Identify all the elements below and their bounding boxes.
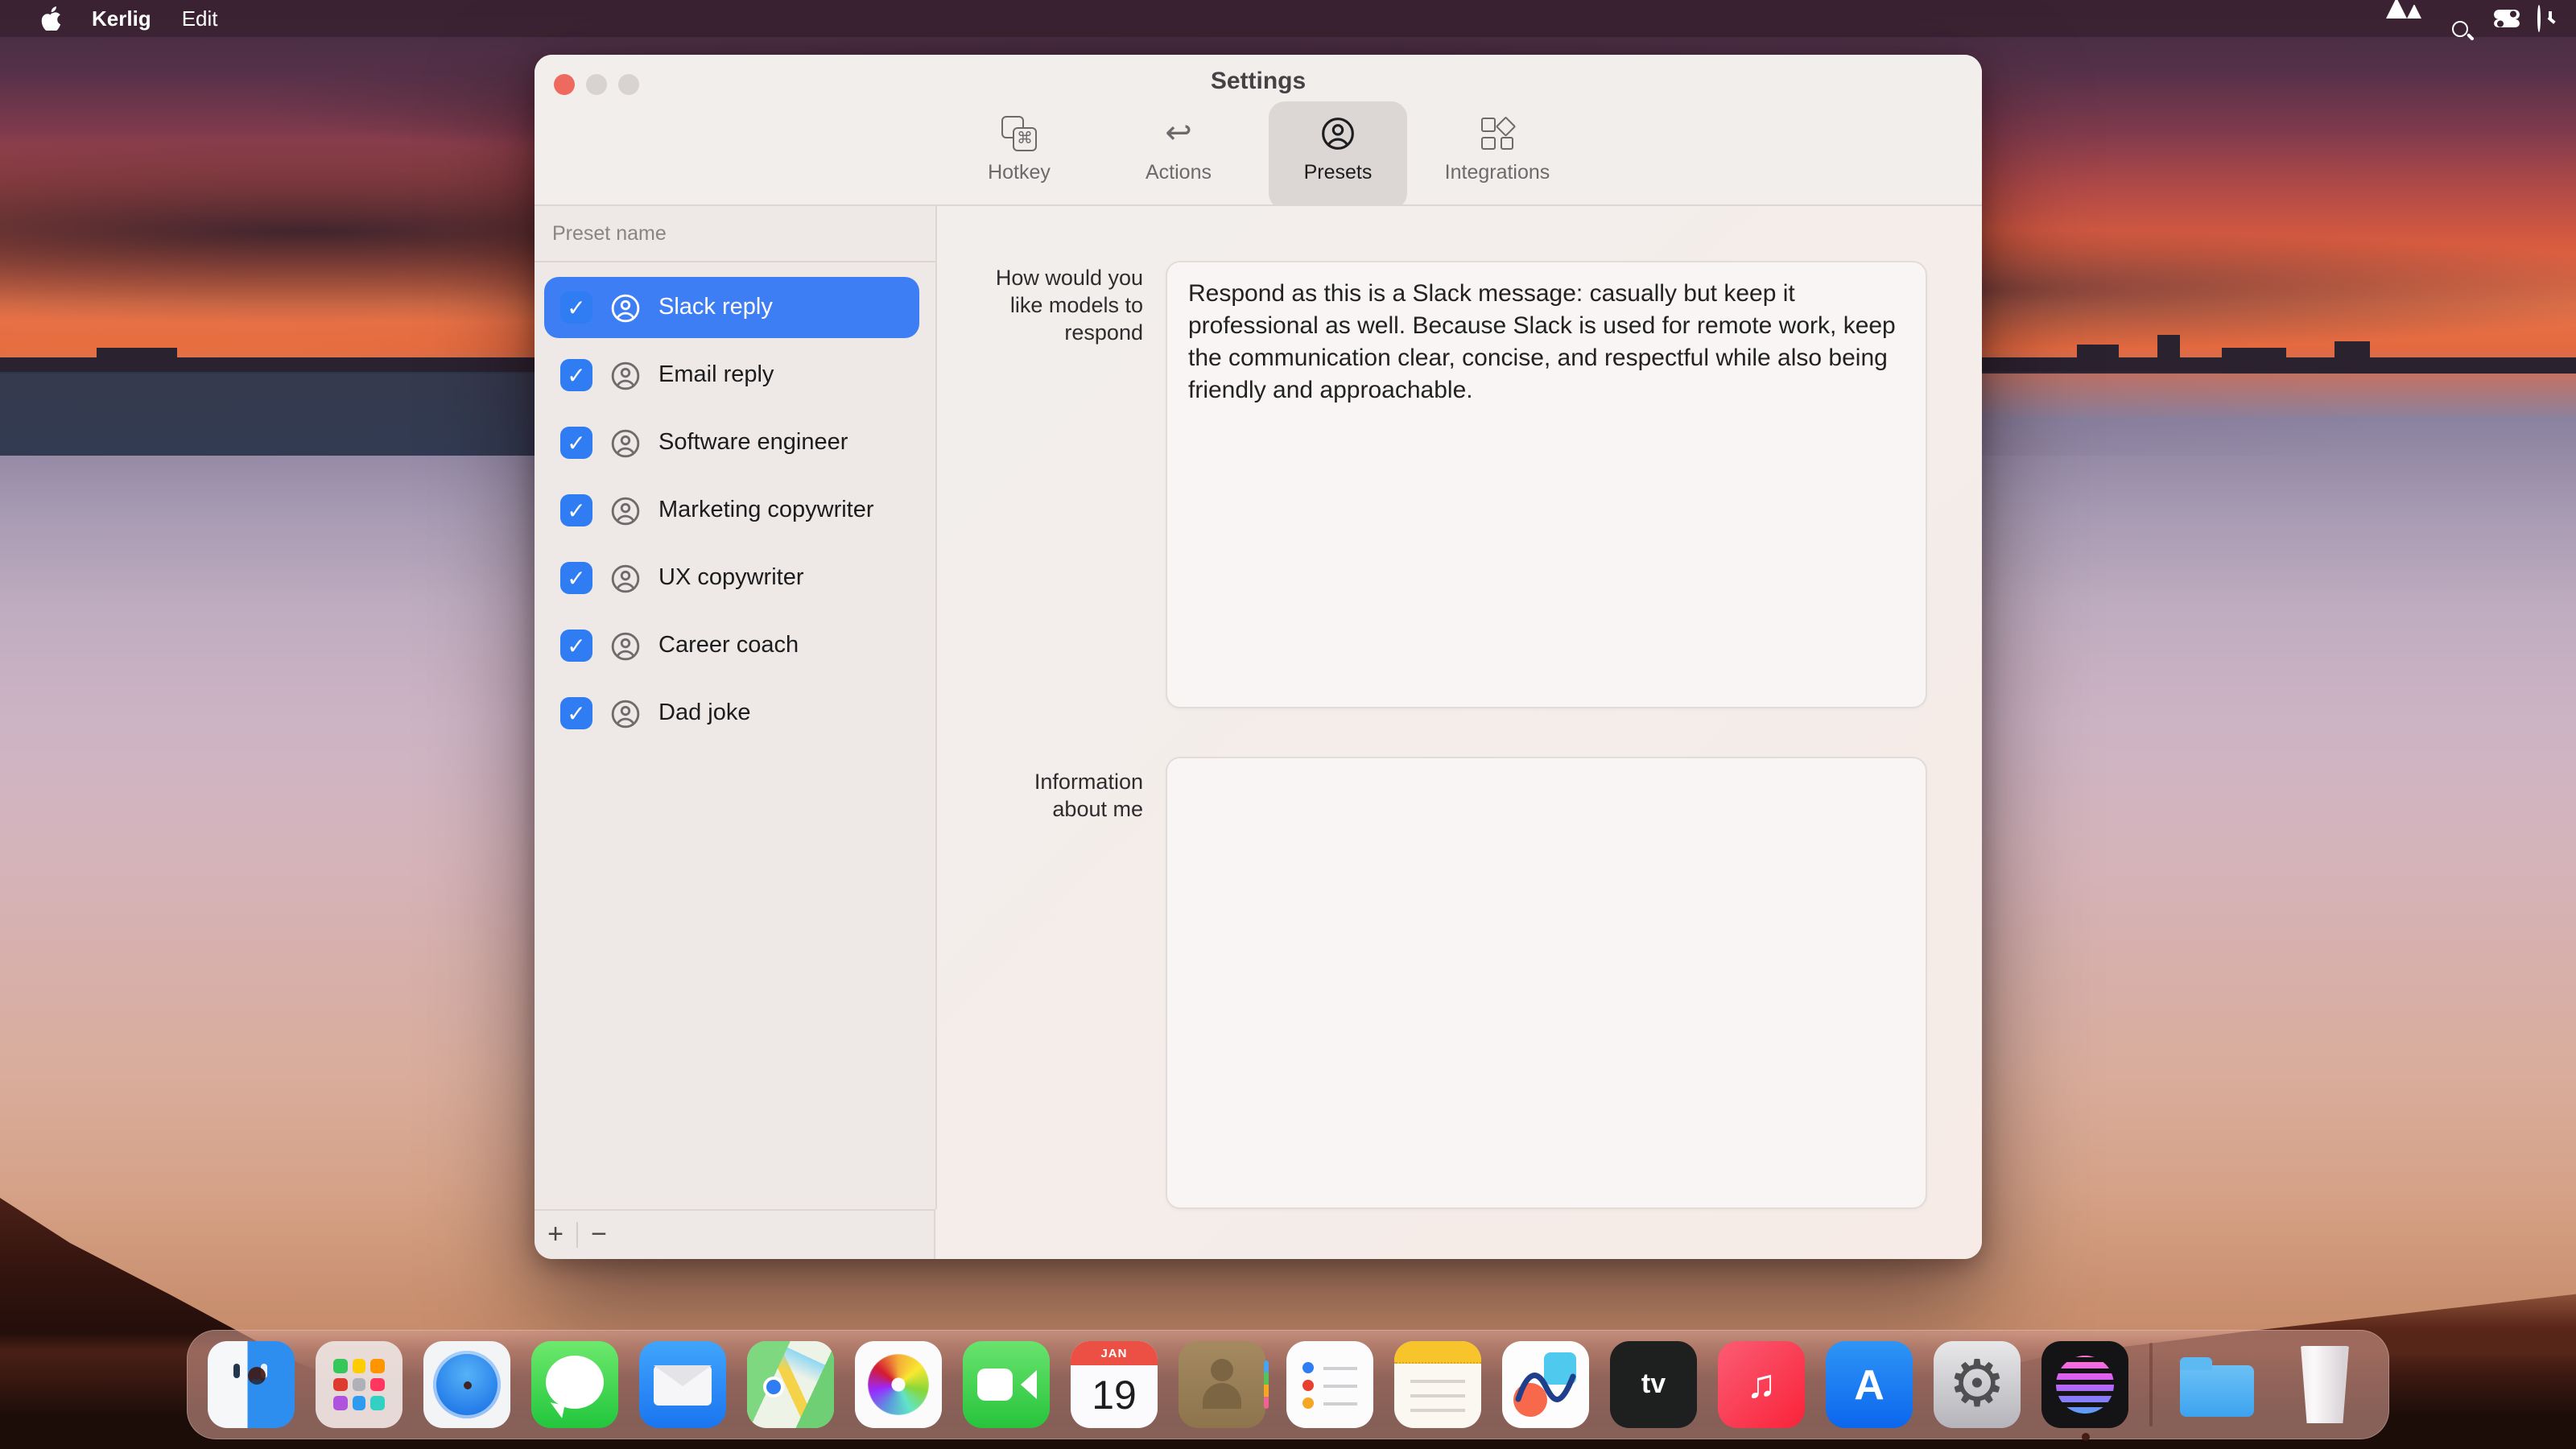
remove-preset-button[interactable]: −	[578, 1212, 620, 1257]
person-icon	[610, 360, 641, 390]
tab-label: Presets	[1304, 161, 1373, 184]
desktop: Kerlig Edit Settings ⌘ Hotkey	[0, 0, 2576, 1449]
tab-integrations[interactable]: Integrations	[1428, 101, 1567, 209]
checkbox-checked-icon[interactable]	[560, 427, 592, 459]
dock-reminders-icon[interactable]	[1286, 1341, 1373, 1428]
wallpaper-building	[2222, 348, 2286, 361]
dock-calendar-icon[interactable]: JAN 19	[1071, 1341, 1158, 1428]
preset-list: Slack reply Email reply Software enginee…	[535, 262, 935, 744]
calendar-day: 19	[1071, 1365, 1158, 1428]
dock: JAN 19 tv ♫ A ⚙	[187, 1330, 2389, 1439]
preset-label: UX copywriter	[658, 565, 804, 591]
menubar: Kerlig Edit	[0, 0, 2576, 37]
sidebar-footer: + −	[535, 1209, 935, 1259]
person-circle-icon	[1320, 114, 1356, 153]
dock-contacts-icon[interactable]	[1179, 1341, 1265, 1428]
preset-row-marketing-copywriter[interactable]: Marketing copywriter	[544, 480, 919, 541]
about-field-label: Information about me	[1014, 768, 1143, 823]
dock-messages-icon[interactable]	[531, 1341, 618, 1428]
person-icon	[610, 495, 641, 526]
wallpaper-building	[2334, 341, 2370, 359]
preset-label: Career coach	[658, 633, 799, 658]
checkbox-checked-icon[interactable]	[560, 697, 592, 729]
integrations-grid-icon	[1481, 114, 1513, 153]
preset-row-slack-reply[interactable]: Slack reply	[544, 277, 919, 338]
dock-finder-icon[interactable]	[208, 1341, 295, 1428]
preset-label: Email reply	[658, 362, 774, 388]
dock-launchpad-icon[interactable]	[316, 1341, 402, 1428]
person-icon	[610, 427, 641, 458]
preset-row-email-reply[interactable]: Email reply	[544, 345, 919, 406]
preset-label: Software engineer	[658, 430, 848, 456]
dock-freeform-icon[interactable]	[1502, 1341, 1589, 1428]
add-preset-button[interactable]: +	[535, 1212, 576, 1257]
dock-apple-tv-icon[interactable]: tv	[1610, 1341, 1697, 1428]
dock-safari-icon[interactable]	[423, 1341, 510, 1428]
dock-music-icon[interactable]: ♫	[1718, 1341, 1805, 1428]
preset-row-career-coach[interactable]: Career coach	[544, 615, 919, 676]
dock-folder-icon[interactable]	[2174, 1341, 2260, 1428]
dock-divider	[2149, 1343, 2153, 1426]
preset-sidebar: Preset name Slack reply Email reply Soft…	[535, 206, 937, 1209]
wallpaper-building	[2157, 335, 2180, 359]
preset-row-software-engineer[interactable]: Software engineer	[544, 412, 919, 473]
prompt-field-label: How would you like models to respond	[966, 264, 1143, 346]
preset-row-ux-copywriter[interactable]: UX copywriter	[544, 547, 919, 609]
dock-facetime-icon[interactable]	[963, 1341, 1050, 1428]
about-textarea[interactable]	[1166, 757, 1927, 1209]
person-icon	[610, 292, 641, 323]
dock-maps-icon[interactable]	[747, 1341, 834, 1428]
launchpad-grid	[333, 1359, 385, 1410]
checkbox-checked-icon[interactable]	[560, 630, 592, 662]
clock-icon[interactable]	[2537, 6, 2541, 31]
preset-label: Slack reply	[658, 295, 773, 320]
preset-label: Dad joke	[658, 700, 750, 726]
wallpaper-building	[2077, 345, 2119, 359]
preset-detail-panel: How would you like models to respond Res…	[937, 206, 1982, 1259]
tab-label: Actions	[1146, 161, 1212, 184]
tab-presets[interactable]: Presets	[1269, 101, 1407, 209]
wallpaper-building	[97, 348, 177, 361]
checkbox-checked-icon[interactable]	[560, 562, 592, 594]
dock-system-settings-icon[interactable]: ⚙	[1934, 1341, 2021, 1428]
dock-trash-icon[interactable]	[2281, 1341, 2368, 1428]
person-icon	[610, 698, 641, 729]
apple-menu-icon[interactable]	[40, 6, 61, 31]
window-title: Settings	[535, 68, 1982, 95]
dock-photos-icon[interactable]	[855, 1341, 942, 1428]
tab-hotkey[interactable]: ⌘ Hotkey	[950, 101, 1088, 209]
hotkey-command-icon: ⌘	[1001, 114, 1037, 153]
tab-label: Integrations	[1445, 161, 1550, 184]
calendar-month: JAN	[1071, 1341, 1158, 1365]
window-toolbar: Settings ⌘ Hotkey ↩ Actions	[535, 55, 1982, 206]
sidebar-header: Preset name	[535, 206, 935, 259]
checkbox-checked-icon[interactable]	[560, 494, 592, 526]
dock-kerlig-icon[interactable]	[2041, 1341, 2128, 1428]
toolbar-tabs: ⌘ Hotkey ↩ Actions Presets	[535, 101, 1982, 209]
preset-row-dad-joke[interactable]: Dad joke	[544, 683, 919, 744]
dock-notes-icon[interactable]	[1394, 1341, 1481, 1428]
dock-mail-icon[interactable]	[639, 1341, 726, 1428]
dock-app-store-icon[interactable]: A	[1826, 1341, 1913, 1428]
person-icon	[610, 630, 641, 661]
checkbox-checked-icon[interactable]	[560, 359, 592, 391]
prompt-textarea[interactable]: Respond as this is a Slack message: casu…	[1166, 261, 1927, 708]
preset-label: Marketing copywriter	[658, 497, 874, 523]
tab-actions[interactable]: ↩ Actions	[1109, 101, 1248, 209]
menubar-app-name[interactable]: Kerlig	[92, 6, 151, 31]
undo-arrow-icon: ↩	[1165, 114, 1192, 153]
settings-window: Settings ⌘ Hotkey ↩ Actions	[535, 55, 1982, 1259]
tab-label: Hotkey	[988, 161, 1051, 184]
person-icon	[610, 563, 641, 593]
menubar-item-edit[interactable]: Edit	[182, 6, 218, 31]
checkbox-checked-icon[interactable]	[560, 291, 592, 324]
